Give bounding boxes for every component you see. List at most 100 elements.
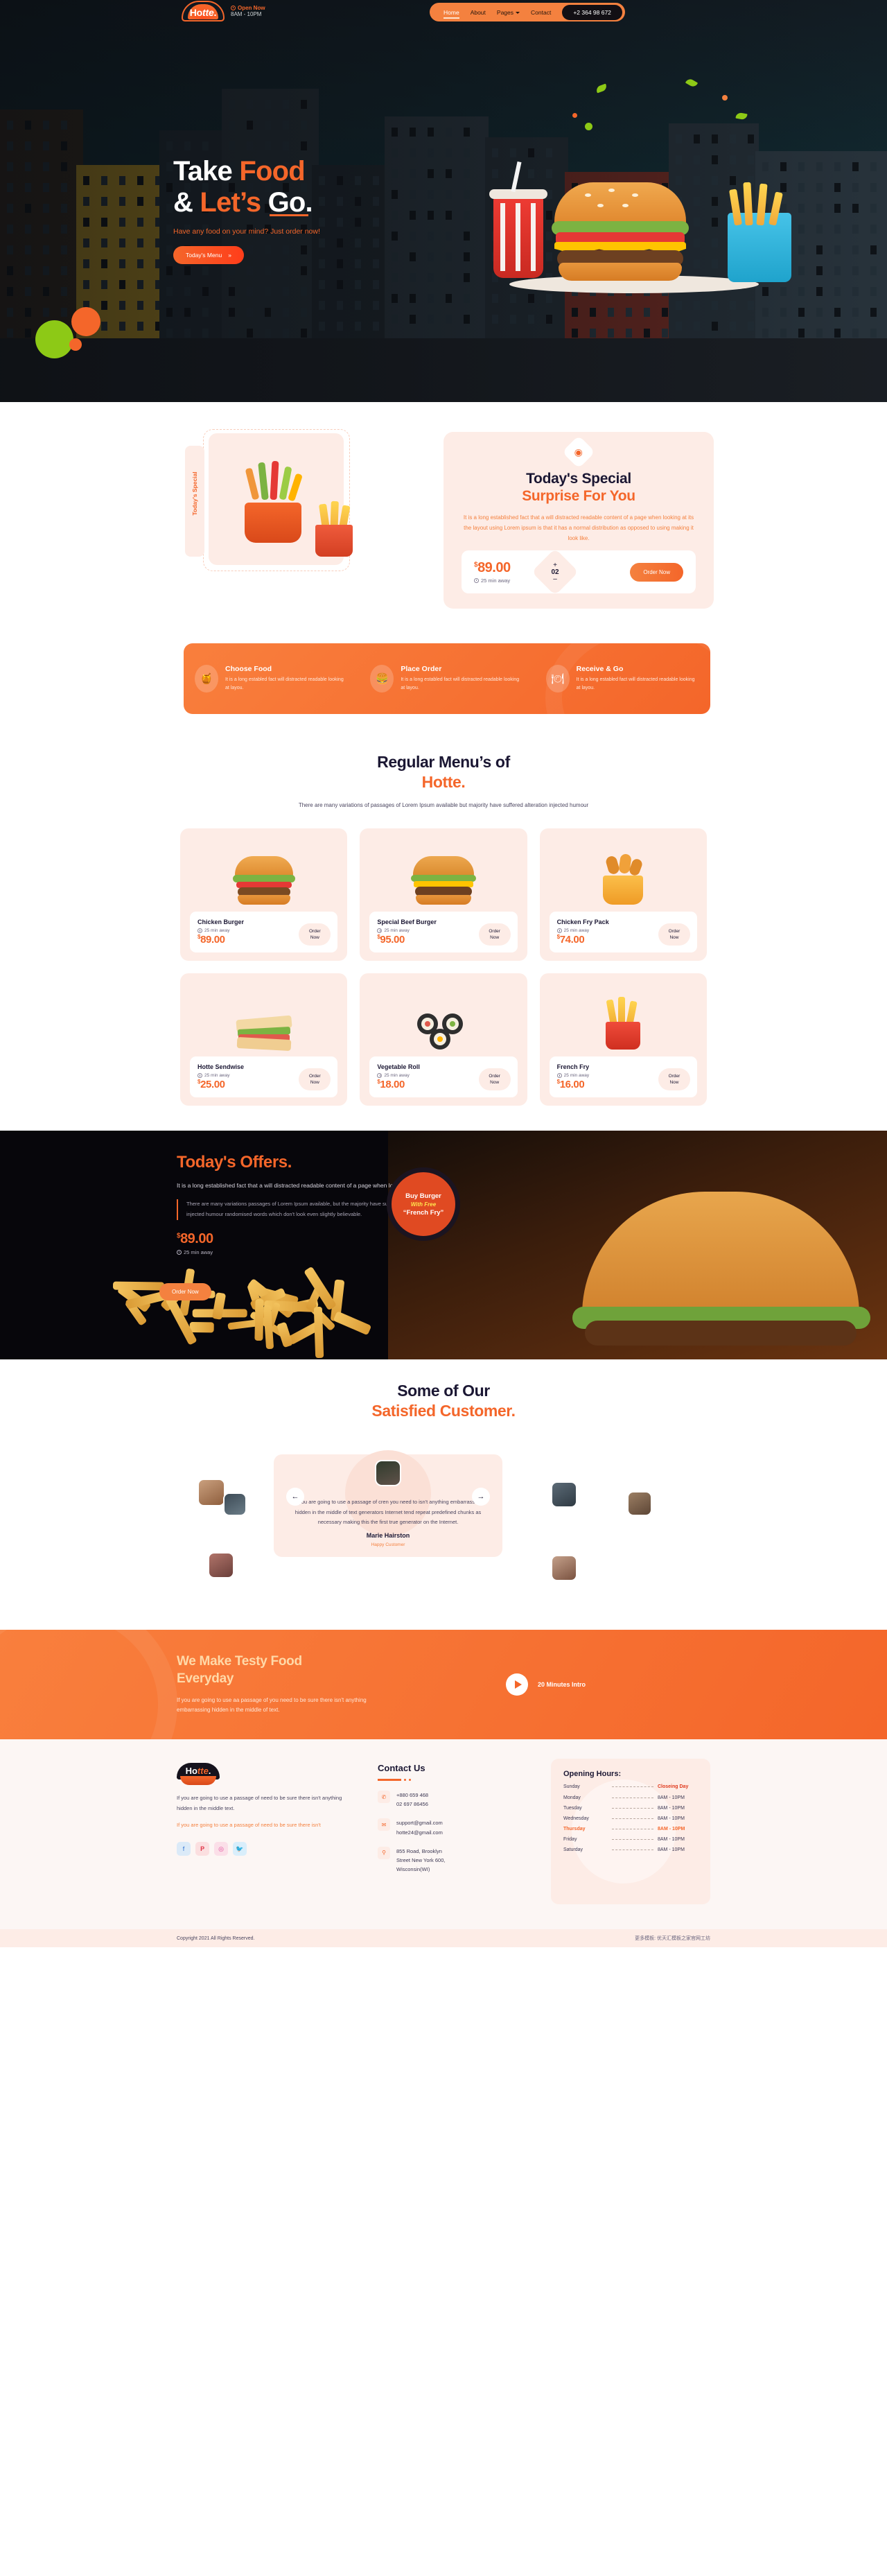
veg-piece [245,467,260,500]
footer-logo[interactable]: Hotte. [177,1763,220,1785]
veg-piece [270,461,279,500]
hero-section: Hotte. Open Now 8AM - 10PM Home About Pa… [0,0,887,402]
process-step: 🍔 Place Order It is a long establed fact… [359,665,534,693]
menu-item-card[interactable]: Special Beef Burger 25 min away $95.00 O… [360,828,527,961]
avatar [551,1481,577,1508]
testimonial-next-button[interactable]: → [472,1488,490,1506]
menu-item-card[interactable]: Chicken Fry Pack 25 min away $74.00 Orde… [540,828,707,961]
fry-stick [743,182,753,225]
pinterest-icon[interactable]: 𝐏 [195,1842,209,1856]
special-ribbon-label: Today's Special [191,452,198,535]
menu-item-order-button[interactable]: Order Now [299,1068,331,1090]
special-price-block: $89.00 25 min away [474,560,511,584]
opening-hours-day: Wednesday [563,1816,608,1821]
menu-item-card[interactable]: Hotte Sendwise 25 min away $25.00 Order N… [180,973,347,1106]
phone-button[interactable]: +2 364 98 672 [562,5,622,20]
footer-logo-mid: tte [197,1766,209,1776]
special-ribbon: Today's Special [185,446,204,557]
quantity-stepper[interactable]: + 02 – [532,548,579,595]
leaf-icon [735,112,747,121]
fry-stick [756,184,767,226]
special-price: $89.00 [474,560,511,576]
menu-item-order-button[interactable]: Order Now [479,923,511,946]
menu-item-order-button[interactable]: Order Now [479,1068,511,1090]
avatar [627,1491,652,1516]
step-icon-1: 🍔 [370,665,394,693]
cup-stripe [516,203,520,271]
offers-order-now-button[interactable]: Order Now [159,1283,211,1300]
special-order-now-button[interactable]: Order Now [630,563,683,582]
process-steps-bar: 🍯 Choose Food It is a long establed fact… [184,643,710,714]
process-step: 🍯 Choose Food It is a long establed fact… [184,665,359,693]
menu-item-card[interactable]: French Fry 25 min away $16.00 Order Now [540,973,707,1106]
play-icon[interactable] [506,1673,528,1696]
dribbble-icon[interactable]: ◎ [214,1842,228,1856]
open-now-label: Open Now [238,5,265,11]
menu-item-time-label: 25 min away [204,1073,230,1078]
cta-copy: We Make Testy Food Everyday If you are go… [177,1653,392,1716]
nav-item-about[interactable]: About [471,6,486,19]
contact-text[interactable]: 855 Road, Brooklyn Street New York 600, Wi… [396,1847,445,1874]
contact-text[interactable]: support@gmail.com hotte24@gmail.com [396,1818,443,1836]
logo-badge: Hotte. [182,1,225,21]
menu-item-order-button[interactable]: Order Now [658,923,690,946]
fry-stick [729,189,742,225]
hero-heading: Take Food & Let’s Go. [173,156,320,218]
nav-item-contact[interactable]: Contact [531,6,551,19]
contact-row: ⚲ 855 Road, Brooklyn Street New York 600,… [378,1847,523,1874]
offers-price-value: 89.00 [180,1231,213,1246]
testimonials-section: Some of Our Satisfied Customer. ← → If y… [0,1359,887,1630]
clock-icon [377,1073,382,1078]
badge-line3: “French Fry” [403,1209,444,1217]
bun-bottom [559,263,682,281]
clock-icon [557,1073,562,1078]
offers-promo-badge[interactable]: Buy Burger With Free “French Fry” [387,1167,460,1241]
testimonial-prev-button[interactable]: ← [286,1488,304,1506]
opening-hours-value: 8AM - 10PM [658,1795,698,1800]
clock-icon [231,6,236,10]
step-icon-2: 🍽 [546,665,570,693]
avatar [223,1492,247,1516]
fry-stick [190,1322,215,1332]
opening-hours-row: Sunday Closeing Day [563,1784,698,1790]
footer-logo-pre: Ho [186,1766,197,1776]
offers-heading-a: Today's [177,1153,240,1172]
menu-item-price-value: 16.00 [560,1079,585,1090]
footer-hours-column: Opening Hours: Sunday Closeing Day Monday… [551,1759,710,1904]
video-intro-block[interactable]: 20 Minutes Intro [506,1673,586,1696]
quantity-increase-button[interactable]: + [553,563,557,568]
order-line1: Order [309,928,321,934]
menu-item-card[interactable]: Chicken Burger 25 min away $89.00 Order N… [180,828,347,961]
brand-logo[interactable]: Hotte. Open Now 8AM - 10PM [182,1,265,21]
menu-item-order-button[interactable]: Order Now [658,1068,690,1090]
twitter-icon[interactable]: 🐦 [233,1842,247,1856]
contact-text[interactable]: +880 659 468 02 697 86456 [396,1791,428,1809]
dash-separator [612,1808,653,1809]
hero-take: Take [173,156,239,186]
contact-line: 02 697 86456 [396,1800,428,1809]
underline-dot [409,1779,411,1781]
menu-item-body: Special Beef Burger 25 min away $95.00 O… [369,912,517,952]
decor-dot [572,113,577,118]
menu-item-order-button[interactable]: Order Now [299,923,331,946]
quantity-decrease-button[interactable]: – [553,577,557,582]
testimonial-quote: If you are going to use a passage of cre… [289,1497,487,1528]
decor-orange-circle-large [71,307,100,336]
special-title: Today's Special [444,471,714,487]
todays-menu-button[interactable]: Today's Menu » [173,246,244,264]
title-underline-decor [378,1779,523,1781]
cta-heading-a: We Make Testy [177,1654,271,1669]
opening-hours-row: Wednesday 8AM - 10PM [563,1816,698,1821]
todays-menu-label: Today's Menu [186,252,222,259]
footer-logo-text: Hotte. [177,1766,220,1776]
nav-item-pages[interactable]: Pages [497,6,520,19]
footer-contact-title: Contact Us [378,1763,523,1773]
testimonials-title-c: Customer. [440,1402,516,1420]
facebook-icon[interactable]: f [177,1842,191,1856]
nav-item-home[interactable]: Home [444,6,459,19]
menu-item-price-value: 89.00 [200,934,225,946]
hero-copy: Take Food & Let’s Go. Have any food on y… [173,156,320,264]
hero-lets: Let’s [200,187,267,218]
menu-item-card[interactable]: Vegetable Roll 25 min away $18.00 Order N… [360,973,527,1106]
menu-item-time-label: 25 min away [204,928,230,933]
